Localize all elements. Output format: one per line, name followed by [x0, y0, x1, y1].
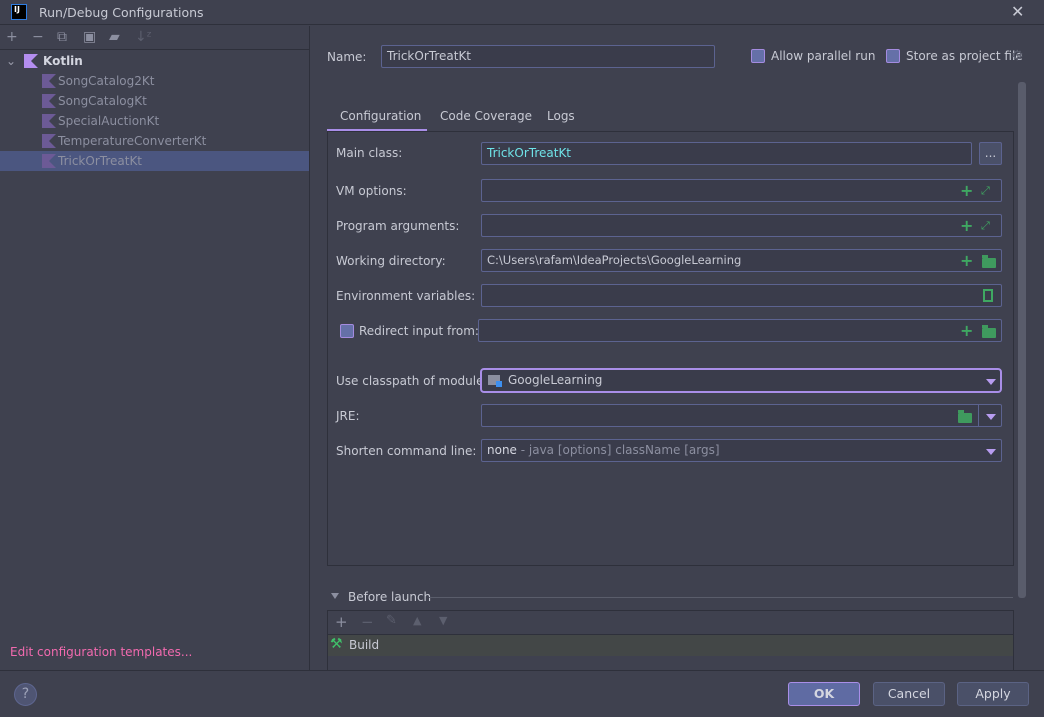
redirect-input-label: Redirect input from: — [359, 324, 479, 338]
ok-button[interactable]: OK — [788, 682, 860, 706]
document-icon[interactable] — [983, 289, 993, 302]
tab-code-coverage[interactable]: Code Coverage — [440, 109, 532, 123]
kotlin-icon — [42, 74, 56, 88]
tree-item-selected[interactable]: TrickOrTreatKt — [0, 151, 309, 171]
module-icon — [488, 375, 502, 387]
tree-item-label: SongCatalogKt — [58, 94, 147, 108]
redirect-input-checkbox[interactable] — [340, 324, 354, 338]
main-class-label: Main class: — [336, 146, 403, 160]
vm-options-label: VM options: — [336, 184, 407, 198]
apply-button[interactable]: Apply — [957, 682, 1029, 706]
move-up-icon[interactable]: ▲ — [413, 614, 421, 627]
add-icon[interactable]: + — [6, 29, 18, 45]
plus-icon[interactable]: + — [960, 253, 973, 269]
intellij-logo-icon: IJ — [11, 4, 27, 20]
sidebar-toolbar: + − ⧉ ▣ ▰ ↓ᶻ — [0, 26, 310, 50]
close-icon[interactable]: ✕ — [1011, 2, 1024, 21]
tree-group-label: Kotlin — [43, 54, 83, 68]
build-task-label: Build — [349, 638, 380, 652]
title-bar: IJ Run/Debug Configurations ✕ — [0, 0, 1044, 25]
expand-icon[interactable]: ⤢ — [981, 219, 990, 233]
kotlin-icon — [24, 54, 38, 68]
scrollbar[interactable] — [1018, 82, 1026, 598]
chevron-down-icon[interactable] — [986, 379, 996, 385]
shorten-command-line-select[interactable]: none - java [options] className [args] — [481, 439, 1002, 462]
folder-icon[interactable] — [982, 255, 996, 268]
store-as-project-file-label: Store as project file — [906, 49, 1023, 63]
remove-icon[interactable]: − — [361, 613, 374, 631]
allow-parallel-run-label: Allow parallel run — [771, 49, 876, 63]
tree-item[interactable]: TemperatureConverterKt — [0, 131, 309, 151]
store-as-project-file-checkbox[interactable] — [886, 49, 900, 63]
help-button[interactable]: ? — [14, 683, 37, 706]
main-class-input[interactable]: TrickOrTreatKt — [481, 142, 972, 165]
divider — [0, 670, 1044, 671]
tree-item[interactable]: SongCatalog2Kt — [0, 71, 309, 91]
kotlin-icon — [42, 154, 56, 168]
shorten-value: none — [487, 443, 517, 457]
sort-icon[interactable]: ↓ᶻ — [135, 29, 152, 45]
new-folder-icon[interactable]: ▰ — [109, 29, 120, 45]
jre-select[interactable] — [481, 404, 1002, 427]
expand-icon[interactable]: ⤢ — [981, 184, 990, 198]
remove-icon[interactable]: − — [32, 29, 44, 45]
chevron-down-icon[interactable]: ⌄ — [6, 51, 16, 71]
classpath-module-select[interactable]: GoogleLearning — [480, 368, 1002, 393]
add-icon[interactable]: + — [335, 613, 348, 631]
working-directory-input[interactable]: C:\Users\rafam\IdeaProjects\GoogleLearni… — [481, 249, 1002, 272]
environment-variables-label: Environment variables: — [336, 289, 476, 303]
plus-icon[interactable]: + — [960, 323, 973, 339]
shorten-command-line-label: Shorten command line: — [336, 444, 477, 458]
browse-main-class-button[interactable]: ... — [979, 142, 1002, 165]
before-launch-toolbar: + − ✎ ▲ ▼ — [328, 611, 1013, 635]
tree-item-label: SongCatalog2Kt — [58, 74, 155, 88]
vm-options-input[interactable] — [481, 179, 1002, 202]
tree-item-label: TemperatureConverterKt — [58, 134, 207, 148]
move-down-icon[interactable]: ▼ — [439, 614, 447, 627]
tree-item[interactable]: SongCatalogKt — [0, 91, 309, 111]
collapse-icon[interactable] — [331, 593, 339, 599]
tree-item-label: TrickOrTreatKt — [58, 154, 143, 168]
divider — [978, 405, 979, 426]
redirect-input-field[interactable] — [478, 319, 1002, 342]
chevron-down-icon[interactable] — [986, 449, 996, 455]
allow-parallel-run-checkbox[interactable] — [751, 49, 765, 63]
tree-item[interactable]: SpecialAuctionKt — [0, 111, 309, 131]
folder-icon[interactable] — [958, 410, 972, 423]
configurations-sidebar: + − ⧉ ▣ ▰ ↓ᶻ ⌄ Kotlin SongCatalog2Kt Son… — [0, 26, 310, 670]
window-title: Run/Debug Configurations — [39, 5, 204, 20]
gear-icon[interactable]: ⚙ — [1011, 48, 1024, 64]
kotlin-icon — [42, 94, 56, 108]
save-icon[interactable]: ▣ — [83, 29, 96, 45]
list-item[interactable]: ⚒ Build — [328, 635, 1013, 656]
copy-icon[interactable]: ⧉ — [57, 29, 67, 45]
chevron-down-icon[interactable] — [986, 414, 996, 420]
tree-item-label: SpecialAuctionKt — [58, 114, 160, 128]
jre-label: JRE: — [336, 409, 360, 423]
tab-configuration[interactable]: Configuration — [340, 109, 421, 123]
program-arguments-label: Program arguments: — [336, 219, 460, 233]
classpath-module-label: Use classpath of module: — [336, 374, 488, 388]
kotlin-icon — [42, 114, 56, 128]
tab-logs[interactable]: Logs — [547, 109, 575, 123]
tree-group-kotlin[interactable]: ⌄ Kotlin — [0, 51, 309, 71]
folder-icon[interactable] — [982, 325, 996, 338]
name-label: Name: — [327, 50, 367, 64]
working-directory-label: Working directory: — [336, 254, 446, 268]
shorten-hint: - java [options] className [args] — [516, 443, 720, 457]
hammer-icon: ⚒ — [330, 636, 343, 652]
program-arguments-input[interactable] — [481, 214, 1002, 237]
cancel-button[interactable]: Cancel — [873, 682, 945, 706]
before-launch-title: Before launch — [348, 590, 432, 604]
environment-variables-input[interactable] — [481, 284, 1002, 307]
separator — [429, 597, 1013, 598]
edit-icon[interactable]: ✎ — [386, 613, 397, 628]
name-input[interactable]: TrickOrTreatKt — [381, 45, 715, 68]
before-launch-list: + − ✎ ▲ ▼ ⚒ Build — [327, 610, 1014, 671]
plus-icon[interactable]: + — [960, 183, 973, 199]
plus-icon[interactable]: + — [960, 218, 973, 234]
kotlin-icon — [42, 134, 56, 148]
edit-configuration-templates-link[interactable]: Edit configuration templates... — [10, 645, 192, 659]
